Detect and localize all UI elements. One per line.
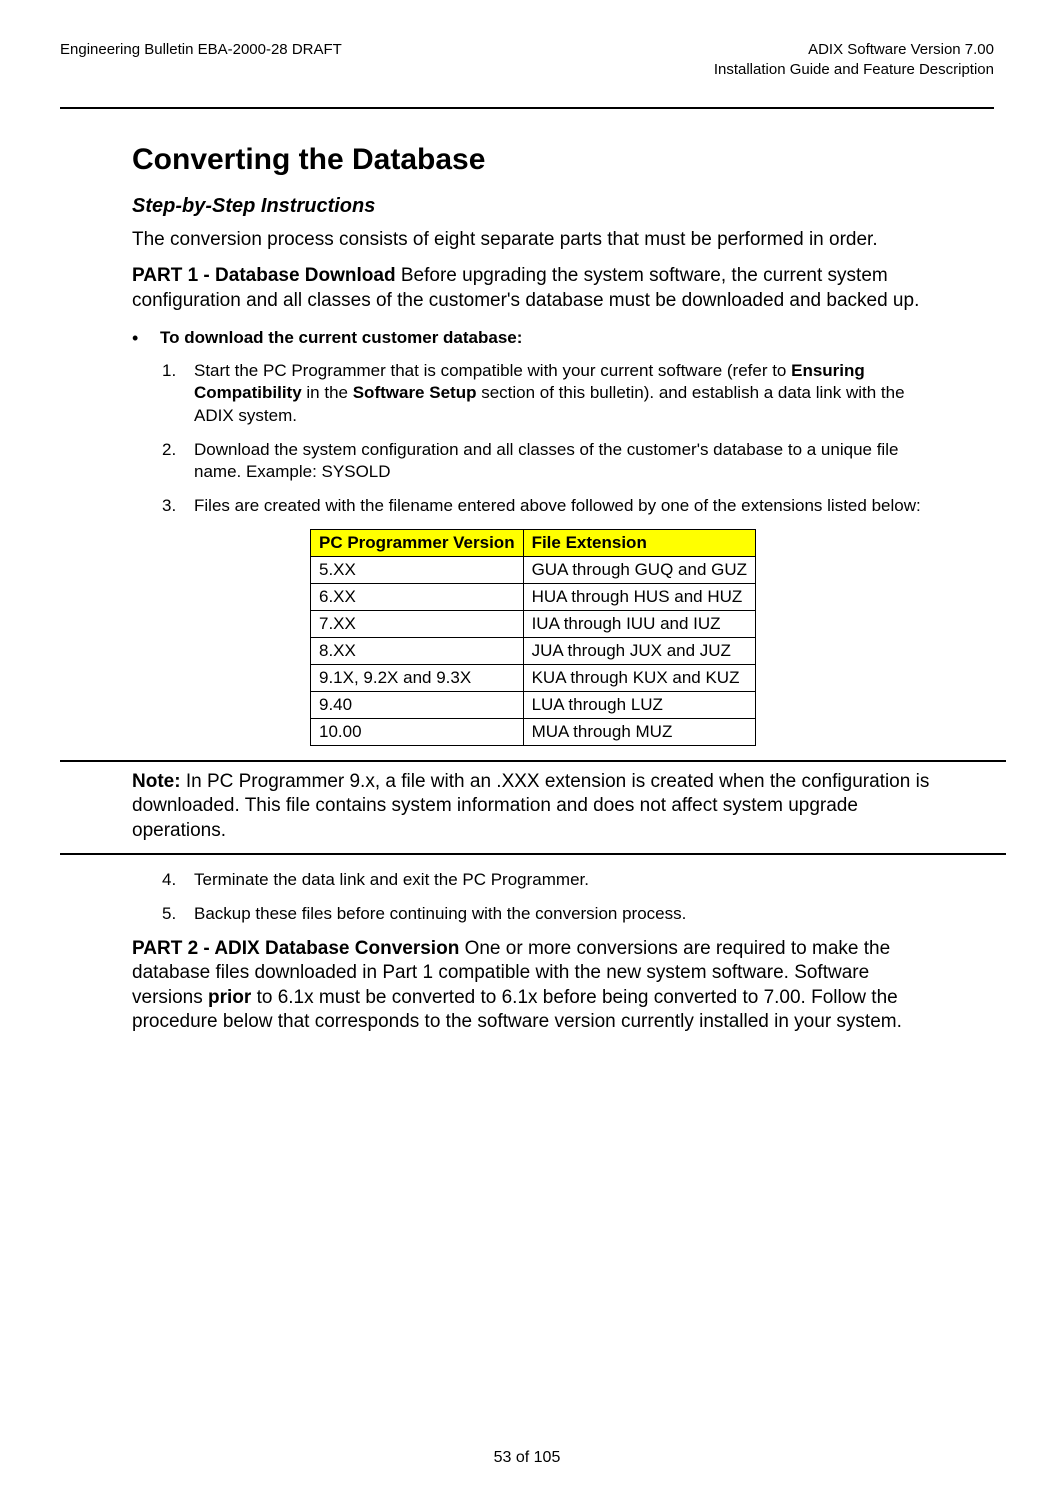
table-cell: JUA through JUX and JUZ (523, 637, 755, 664)
table-cell: 6.XX (311, 583, 524, 610)
bullet-heading: To download the current customer databas… (160, 327, 522, 350)
table-cell: 9.40 (311, 691, 524, 718)
table-row: 6.XXHUA through HUS and HUZ (311, 583, 756, 610)
step-number: 3. (162, 495, 194, 517)
table-cell: IUA through IUU and IUZ (523, 610, 755, 637)
step-2: 2. Download the system configuration and… (162, 439, 934, 483)
table-row: 9.1X, 9.2X and 9.3XKUA through KUX and K… (311, 664, 756, 691)
table-row: 5.XXGUA through GUQ and GUZ (311, 556, 756, 583)
table-cell: LUA through LUZ (523, 691, 755, 718)
table-row: 10.00MUA through MUZ (311, 718, 756, 745)
header-rule (60, 107, 994, 109)
table-cell: 8.XX (311, 637, 524, 664)
step-text: Download the system configuration and al… (194, 439, 934, 483)
table-cell: 5.XX (311, 556, 524, 583)
step-number: 2. (162, 439, 194, 483)
part1-heading: PART 1 - Database Download Before upgrad… (132, 264, 934, 313)
bullet-dot: • (132, 327, 160, 350)
table-header-row: PC Programmer Version File Extension (311, 529, 756, 556)
step-3: 3. Files are created with the filename e… (162, 495, 934, 517)
step-number: 1. (162, 360, 194, 426)
step-1: 1. Start the PC Programmer that is compa… (162, 360, 934, 426)
part2-lead: PART 2 - ADIX Database Conversion (132, 938, 459, 959)
header-left: Engineering Bulletin EBA-2000-28 DRAFT (60, 40, 342, 60)
bullet-heading-row: • To download the current customer datab… (132, 327, 934, 350)
page-title: Converting the Database (132, 143, 934, 177)
note-text: In PC Programmer 9.x, a file with an .XX… (132, 771, 929, 841)
table-header-extension: File Extension (523, 529, 755, 556)
step-text: Backup these files before continuing wit… (194, 903, 934, 925)
step-text: Files are created with the filename ente… (194, 495, 934, 517)
page: Engineering Bulletin EBA-2000-28 DRAFT A… (0, 0, 1054, 1501)
file-extension-table: PC Programmer Version File Extension 5.X… (310, 529, 756, 746)
step1-pre: Start the PC Programmer that is compatib… (194, 361, 791, 380)
part2-bold: prior (208, 987, 251, 1008)
table-cell: 10.00 (311, 718, 524, 745)
page-header: Engineering Bulletin EBA-2000-28 DRAFT A… (60, 40, 994, 79)
table-cell: GUA through GUQ and GUZ (523, 556, 755, 583)
step1-mid: in the (302, 383, 353, 402)
table-row: 9.40LUA through LUZ (311, 691, 756, 718)
step-4: 4. Terminate the data link and exit the … (162, 869, 934, 891)
part1-lead: PART 1 - Database Download (132, 265, 396, 286)
table-row: 7.XXIUA through IUU and IUZ (311, 610, 756, 637)
part2-heading: PART 2 - ADIX Database Conversion One or… (132, 937, 934, 1034)
step-5: 5. Backup these files before continuing … (162, 903, 934, 925)
table-row: 8.XXJUA through JUX and JUZ (311, 637, 756, 664)
step-number: 5. (162, 903, 194, 925)
header-right-line2: Installation Guide and Feature Descripti… (714, 60, 994, 80)
table-header-version: PC Programmer Version (311, 529, 524, 556)
table-cell: MUA through MUZ (523, 718, 755, 745)
table-cell: KUA through KUX and KUZ (523, 664, 755, 691)
step-text: Start the PC Programmer that is compatib… (194, 360, 934, 426)
header-right: ADIX Software Version 7.00 Installation … (714, 40, 994, 79)
steps-list-a: 1. Start the PC Programmer that is compa… (132, 360, 934, 517)
section-subtitle: Step-by-Step Instructions (132, 195, 934, 218)
header-right-line1: ADIX Software Version 7.00 (714, 40, 994, 60)
step1-b2: Software Setup (353, 383, 477, 402)
note-lead: Note: (132, 771, 181, 792)
content: Converting the Database Step-by-Step Ins… (60, 143, 994, 1034)
table-cell: 7.XX (311, 610, 524, 637)
step-text: Terminate the data link and exit the PC … (194, 869, 934, 891)
table-cell: HUA through HUS and HUZ (523, 583, 755, 610)
table-cell: 9.1X, 9.2X and 9.3X (311, 664, 524, 691)
note-block: Note: In PC Programmer 9.x, a file with … (60, 760, 1006, 855)
step-number: 4. (162, 869, 194, 891)
intro-paragraph: The conversion process consists of eight… (132, 228, 934, 252)
page-footer: 53 of 105 (0, 1449, 1054, 1467)
steps-list-b: 4. Terminate the data link and exit the … (132, 869, 934, 925)
